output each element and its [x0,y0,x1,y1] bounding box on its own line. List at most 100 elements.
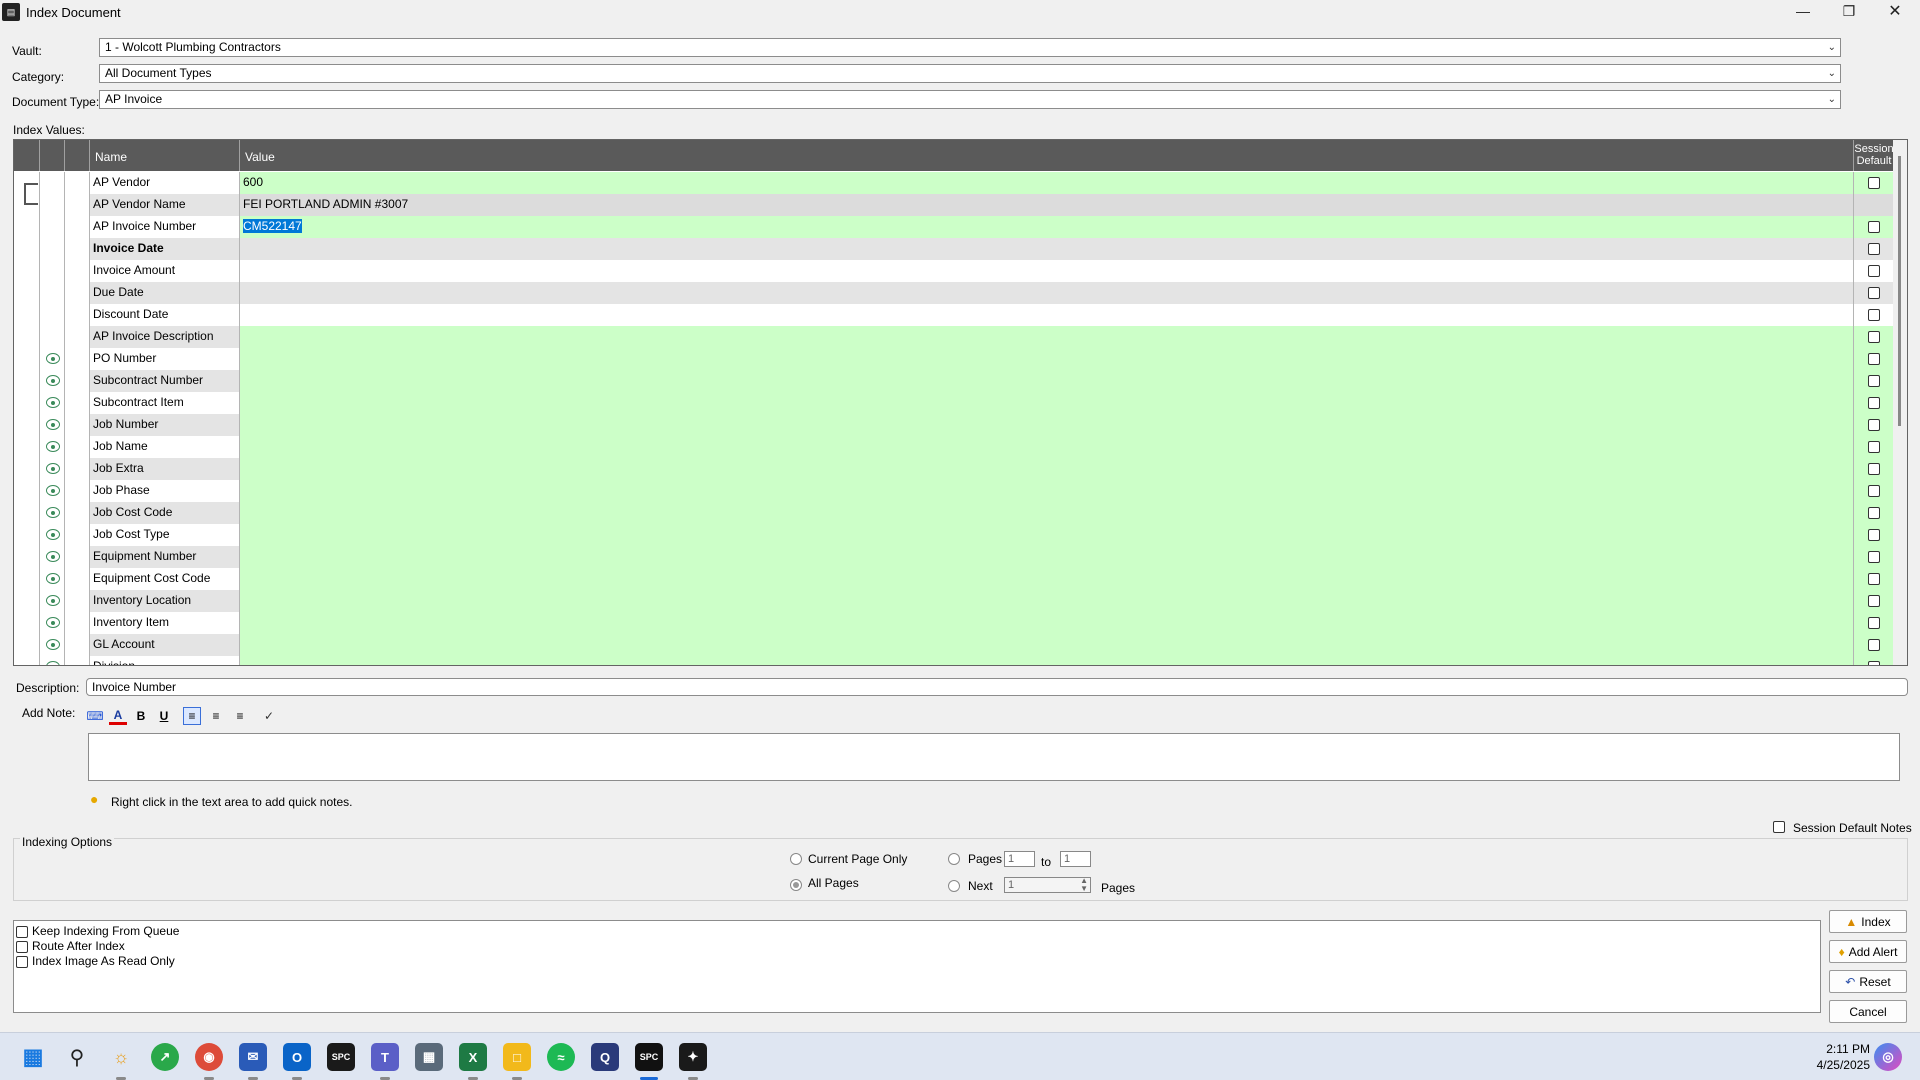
next-radio[interactable] [948,880,960,892]
vertical-scrollbar[interactable] [1893,140,1907,665]
cancel-button[interactable]: Cancel [1829,1000,1907,1023]
field-value-cell[interactable] [240,392,1854,414]
session-default-checkbox[interactable] [1868,595,1880,607]
field-value-cell[interactable] [240,414,1854,436]
copilot-icon[interactable]: ◎ [1874,1043,1902,1071]
row-selector-cell[interactable] [14,436,40,458]
eye-icon[interactable] [46,507,60,518]
pages-radio[interactable] [948,853,960,865]
header-name[interactable]: Name [90,140,240,171]
add-alert-button[interactable]: ♦ Add Alert [1829,940,1907,963]
note-text-area[interactable] [88,733,1900,781]
search-icon[interactable]: ⚲ [63,1043,91,1071]
row-selector-cell[interactable] [14,612,40,634]
field-value-cell[interactable] [240,458,1854,480]
table-row[interactable]: AP Invoice Number CM522147 [14,216,1894,238]
session-default-notes-checkbox[interactable] [1773,821,1785,833]
eye-icon[interactable] [46,375,60,386]
eye-icon[interactable] [46,353,60,364]
table-row[interactable]: AP Vendor 600 [14,172,1894,194]
session-default-checkbox[interactable] [1868,287,1880,299]
index-button[interactable]: ▲ Index [1829,910,1907,933]
teams-icon[interactable]: T [371,1043,399,1071]
field-value-cell[interactable] [240,524,1854,546]
chrome-icon[interactable]: ◉ [195,1043,223,1071]
minimize-button[interactable]: — [1780,0,1826,22]
eye-icon[interactable] [46,397,60,408]
field-value-cell[interactable] [240,656,1854,665]
bold-icon[interactable]: B [132,707,150,725]
row-selector-cell[interactable] [14,282,40,304]
align-left-icon[interactable]: ≡ [183,707,201,725]
read-only-checkbox[interactable] [16,956,28,968]
table-row[interactable]: Inventory Location [14,590,1894,612]
document-type-select[interactable]: AP Invoice ⌄ [99,90,1841,109]
session-default-checkbox[interactable] [1868,331,1880,343]
restore-button[interactable]: ❐ [1826,0,1872,22]
table-row[interactable]: Due Date [14,282,1894,304]
session-default-checkbox[interactable] [1868,419,1880,431]
field-value-cell[interactable] [240,612,1854,634]
row-selector-cell[interactable] [14,634,40,656]
row-selector-cell[interactable] [14,392,40,414]
session-default-checkbox[interactable] [1868,529,1880,541]
table-row[interactable]: Subcontract Number [14,370,1894,392]
font-color-icon[interactable]: A [109,707,127,725]
table-row[interactable]: Equipment Number [14,546,1894,568]
session-default-checkbox[interactable] [1868,265,1880,277]
pages-from-input[interactable]: 1 [1004,851,1035,867]
field-value-cell[interactable] [240,436,1854,458]
field-value-cell[interactable]: FEI PORTLAND ADMIN #3007 [240,194,1854,216]
eye-icon[interactable] [46,551,60,562]
table-row[interactable]: Invoice Amount [14,260,1894,282]
align-right-icon[interactable]: ≡ [231,707,249,725]
table-row[interactable]: Job Cost Type [14,524,1894,546]
row-selector-cell[interactable] [14,590,40,612]
table-row[interactable]: Job Number [14,414,1894,436]
field-value-cell[interactable] [240,260,1854,282]
eye-icon[interactable] [46,595,60,606]
field-value-cell[interactable] [240,326,1854,348]
field-value-cell[interactable] [240,282,1854,304]
eye-icon[interactable] [46,617,60,628]
eye-icon[interactable] [46,419,60,430]
session-default-checkbox[interactable] [1868,617,1880,629]
header-session-default[interactable]: Session Default [1854,140,1894,171]
table-row[interactable]: AP Vendor Name FEI PORTLAND ADMIN #3007 [14,194,1894,216]
eye-icon[interactable] [46,573,60,584]
field-value-cell[interactable] [240,370,1854,392]
table-row[interactable]: GL Account [14,634,1894,656]
eye-icon[interactable] [46,441,60,452]
row-selector-cell[interactable] [14,304,40,326]
table-row[interactable]: Equipment Cost Code [14,568,1894,590]
table-row[interactable]: Job Extra [14,458,1894,480]
eye-icon[interactable] [46,529,60,540]
field-value-cell[interactable]: 600 [240,172,1854,194]
session-default-checkbox[interactable] [1868,639,1880,651]
header-value[interactable]: Value [240,140,1854,171]
spc-icon[interactable]: SPC [327,1043,355,1071]
session-default-checkbox[interactable] [1868,551,1880,563]
session-default-checkbox[interactable] [1868,243,1880,255]
vault-select[interactable]: 1 - Wolcott Plumbing Contractors ⌄ [99,38,1841,57]
eye-icon[interactable] [46,639,60,650]
app-green-icon[interactable]: ↗ [151,1043,179,1071]
table-row[interactable]: PO Number [14,348,1894,370]
session-default-checkbox[interactable] [1868,397,1880,409]
table-row[interactable]: Division [14,656,1894,665]
field-value-cell[interactable] [240,568,1854,590]
row-selector-cell[interactable] [14,502,40,524]
session-default-checkbox[interactable] [1868,661,1880,665]
field-value-cell[interactable] [240,480,1854,502]
session-default-checkbox[interactable] [1868,485,1880,497]
row-selector-cell[interactable] [14,480,40,502]
calculator-icon[interactable]: ▦ [415,1043,443,1071]
session-default-checkbox[interactable] [1868,507,1880,519]
field-value-cell[interactable] [240,634,1854,656]
session-default-checkbox[interactable] [1868,221,1880,233]
field-value-cell[interactable] [240,304,1854,326]
table-row[interactable]: Job Cost Code [14,502,1894,524]
field-value-cell[interactable] [240,502,1854,524]
row-selector-cell[interactable] [14,370,40,392]
row-selector-cell[interactable] [14,656,40,665]
